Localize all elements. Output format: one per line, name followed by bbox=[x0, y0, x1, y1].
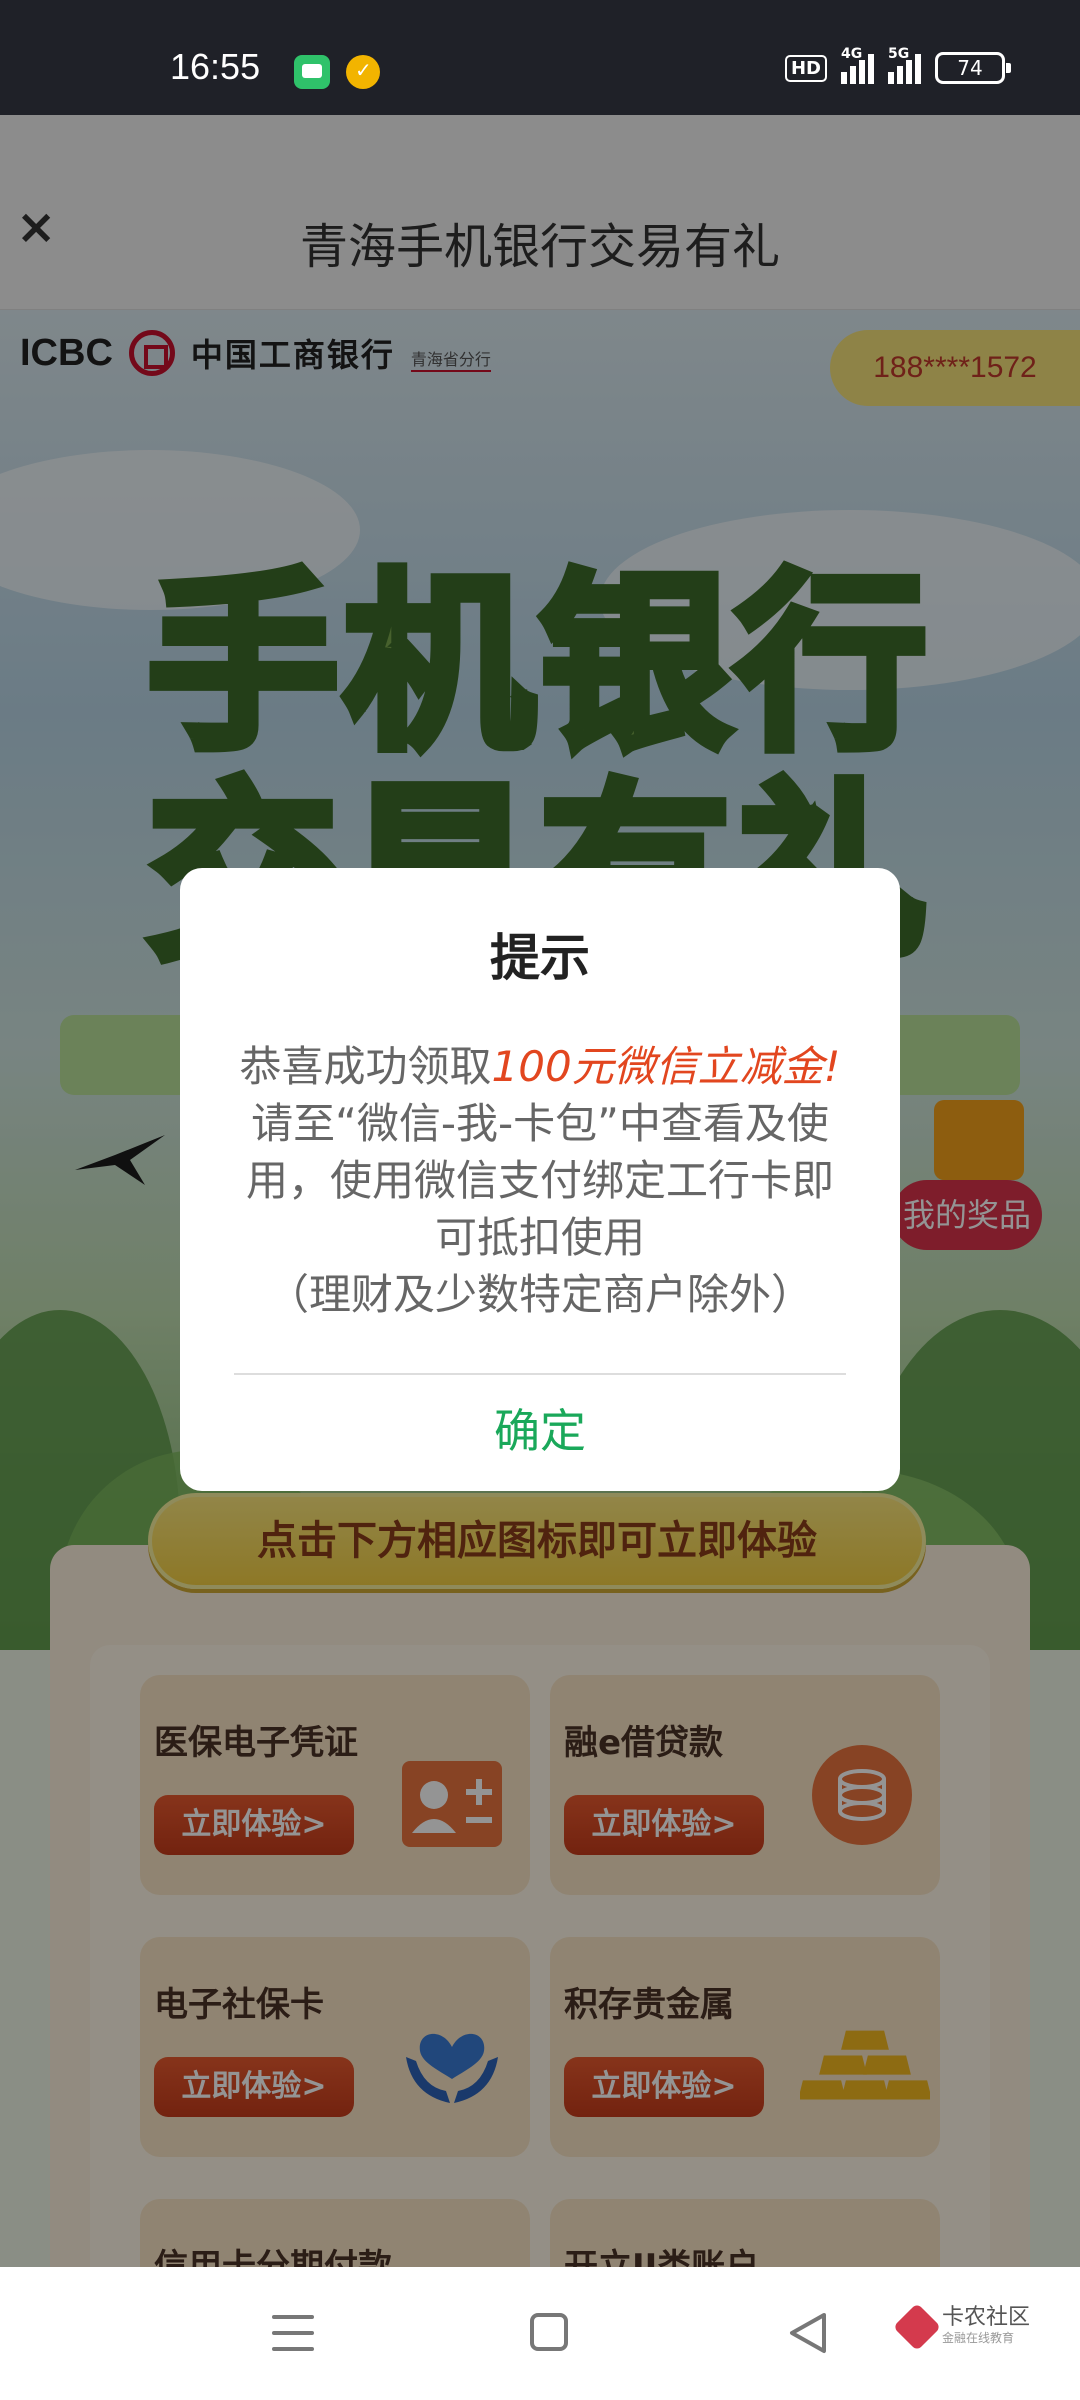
home-icon[interactable] bbox=[530, 2313, 568, 2351]
app-page: × 青海手机银行交易有礼 ICBC 中国工商银行 青海省分行 188****15… bbox=[0, 115, 1080, 2267]
menu-icon[interactable] bbox=[272, 2315, 314, 2351]
watermark: 卡农社区 金融在线教育 bbox=[892, 2302, 1031, 2351]
signal-4g-label: 4G bbox=[841, 46, 863, 62]
message-app-icon bbox=[294, 55, 330, 89]
dialog-title: 提示 bbox=[490, 929, 590, 987]
status-time: 16:55 bbox=[170, 46, 261, 87]
system-nav-bar: 卡农社区 金融在线教育 bbox=[0, 2267, 1080, 2400]
status-bar: 16:55 HD 4G 5G 74 bbox=[0, 0, 1080, 115]
confirm-button[interactable]: 确定 bbox=[180, 1391, 900, 1471]
reward-highlight: 100元微信立减金! bbox=[491, 1042, 841, 1091]
back-icon[interactable] bbox=[788, 2311, 828, 2355]
dialog-exclusion: （理财及少数特定商户除外） bbox=[266, 1270, 813, 1319]
dialog-instructions: 请至“微信-我-卡包”中查看及使用，使用微信支付绑定工行卡即可抵扣使用 bbox=[245, 1099, 834, 1262]
hd-badge: HD bbox=[784, 54, 827, 82]
shield-check-icon bbox=[346, 55, 380, 89]
success-dialog: 提示 恭喜成功领取100元微信立减金! 请至“微信-我-卡包”中查看及使用，使用… bbox=[180, 868, 900, 1491]
dialog-message: 恭喜成功领取100元微信立减金! 请至“微信-我-卡包”中查看及使用，使用微信支… bbox=[230, 1038, 850, 1323]
signal-5g-label: 5G bbox=[888, 46, 910, 62]
signal-4g-icon: 4G bbox=[841, 46, 874, 84]
dialog-line-prefix: 恭喜成功领取 bbox=[239, 1042, 492, 1091]
signal-5g-icon: 5G bbox=[888, 46, 921, 84]
watermark-logo-icon bbox=[892, 2302, 942, 2351]
status-indicators: HD 4G 5G 74 bbox=[784, 46, 1011, 84]
battery-indicator: 74 bbox=[935, 52, 1011, 84]
watermark-text: 卡农社区 bbox=[942, 2305, 1031, 2330]
dialog-divider bbox=[234, 1373, 846, 1375]
watermark-subtext: 金融在线教育 bbox=[942, 2331, 1015, 2345]
